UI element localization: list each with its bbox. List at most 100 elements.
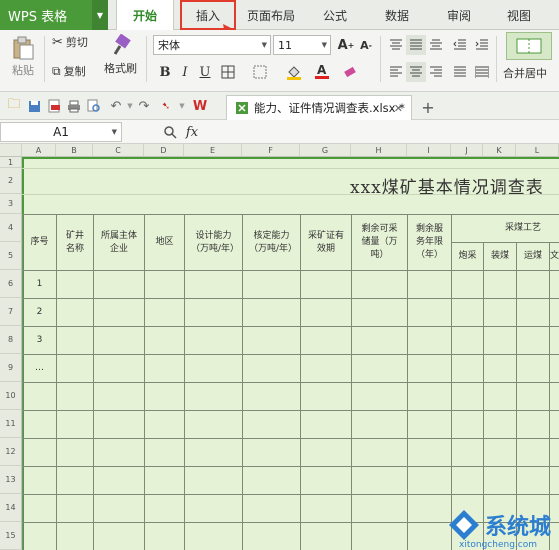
row-header[interactable]: 12 — [0, 438, 22, 466]
copy-button[interactable]: ⧉ 复制 — [52, 63, 86, 79]
column-header[interactable]: A — [22, 144, 56, 157]
increase-font-icon[interactable]: A + — [336, 35, 356, 55]
border-icon[interactable] — [218, 62, 238, 82]
bold-icon[interactable]: B — [155, 62, 175, 82]
column-header[interactable]: F — [242, 144, 300, 157]
row-header[interactable]: 4 — [0, 214, 22, 242]
chevron-down-icon[interactable]: ▼ — [172, 96, 192, 116]
row-header[interactable]: 5 — [0, 242, 22, 270]
seq-cell[interactable]: … — [23, 355, 56, 382]
row-header[interactable]: 15 — [0, 522, 22, 550]
column-header[interactable]: I — [407, 144, 451, 157]
save-icon[interactable] — [24, 96, 44, 116]
align-bottom-icon[interactable] — [426, 35, 446, 55]
paste-button[interactable]: 粘贴 — [10, 36, 36, 78]
column-header[interactable]: D — [144, 144, 184, 157]
column-header[interactable]: K — [483, 144, 516, 157]
folder-icon[interactable]: 🗀 — [4, 96, 24, 116]
row-header[interactable]: 7 — [0, 298, 22, 326]
row-header[interactable]: 13 — [0, 466, 22, 494]
merge-center-icon[interactable] — [506, 32, 552, 60]
tab-data[interactable]: 数据 — [374, 0, 420, 30]
tab-view[interactable]: 视图 — [496, 0, 542, 30]
header-region[interactable]: 地区 — [145, 215, 184, 270]
tab-review[interactable]: 审阅 — [436, 0, 482, 30]
header-continuous[interactable]: 运煤 — [517, 243, 549, 270]
column-header[interactable]: J — [451, 144, 483, 157]
column-header[interactable]: L — [516, 144, 559, 157]
row-header[interactable]: 9 — [0, 354, 22, 382]
tab-formula[interactable]: 公式 — [312, 0, 358, 30]
seq-cell[interactable]: 3 — [23, 327, 56, 354]
header-seq[interactable]: 序号 — [23, 215, 56, 270]
print-preview-icon[interactable] — [84, 96, 104, 116]
header-mining-group[interactable]: 采煤工艺 — [505, 215, 559, 242]
indent-decrease-icon[interactable] — [450, 35, 470, 55]
row-header[interactable]: 11 — [0, 410, 22, 438]
font-color-icon[interactable]: A — [312, 62, 332, 82]
tab-home[interactable]: 开始 — [116, 0, 174, 31]
merge-center-button[interactable]: 合并居中 — [503, 65, 547, 81]
align-middle-icon[interactable] — [406, 35, 426, 55]
row-header[interactable]: 6 — [0, 270, 22, 298]
row-header[interactable]: 1 — [0, 157, 22, 168]
header-pneumatic[interactable]: 装煤 — [484, 243, 516, 270]
column-header[interactable]: B — [56, 144, 93, 157]
header-mining-license[interactable]: 采矿证有效期 — [301, 215, 351, 270]
font-name-select[interactable]: 宋体 ▼ — [153, 35, 271, 55]
header-blast[interactable]: 炮采 — [452, 243, 483, 270]
new-tab-icon[interactable]: + — [418, 97, 438, 117]
clear-format-icon[interactable] — [340, 62, 360, 82]
row-header[interactable]: 14 — [0, 494, 22, 522]
format-painter-button[interactable]: 格式刷 — [104, 34, 137, 76]
italic-icon[interactable]: I — [175, 62, 195, 82]
chevron-down-icon: ▼ — [261, 41, 267, 49]
table-border — [22, 270, 559, 271]
fill-color-icon[interactable] — [284, 62, 304, 82]
row-header[interactable]: 2 — [0, 168, 22, 194]
zoom-icon[interactable] — [160, 122, 180, 142]
row-header[interactable]: 10 — [0, 382, 22, 410]
document-tab[interactable]: 能力、证件情况调查表.xlsx * ✕ — [226, 95, 412, 120]
cut-button[interactable]: ✂ 剪切 — [52, 34, 88, 50]
align-right-icon[interactable] — [426, 62, 446, 82]
align-left-icon[interactable] — [386, 62, 406, 82]
app-menu-button[interactable]: WPS 表格 ▼ — [0, 0, 108, 30]
header-design-capacity[interactable]: 设计能力（万吨/年） — [185, 215, 242, 270]
align-top-icon[interactable] — [386, 35, 406, 55]
row-header[interactable]: 3 — [0, 194, 22, 214]
column-header[interactable]: C — [93, 144, 144, 157]
align-center-icon[interactable] — [406, 62, 426, 82]
decrease-font-icon[interactable]: A- — [356, 35, 376, 55]
seq-cell[interactable]: 2 — [23, 299, 56, 326]
underline-icon[interactable]: U — [195, 62, 215, 82]
column-header[interactable]: G — [300, 144, 351, 157]
wps-logo-icon[interactable]: W — [190, 96, 210, 116]
header-owner[interactable]: 所属主体企业 — [94, 215, 144, 270]
print-icon[interactable] — [64, 96, 84, 116]
function-icon[interactable]: fx — [182, 122, 202, 142]
chevron-down-icon[interactable]: ▼ — [92, 0, 108, 30]
header-extra[interactable]: 文 — [550, 243, 559, 270]
header-reserves[interactable]: 剩余可采储量（万吨） — [352, 215, 407, 270]
select-all-corner[interactable] — [0, 144, 22, 157]
font-size-select[interactable]: 11 ▼ — [273, 35, 331, 55]
seq-cell[interactable]: 1 — [23, 271, 56, 298]
header-service-years[interactable]: 剩余服务年限（年） — [408, 215, 451, 270]
export-pdf-icon[interactable] — [44, 96, 64, 116]
merge-cells-icon[interactable] — [250, 62, 270, 82]
header-approved-capacity[interactable]: 核定能力（万吨/年） — [243, 215, 300, 270]
name-box[interactable]: A1 ▼ — [0, 122, 122, 142]
redo-icon[interactable]: ↷ — [134, 96, 154, 116]
indent-increase-icon[interactable] — [472, 35, 492, 55]
justify-icon[interactable] — [450, 62, 470, 82]
spreadsheet-grid[interactable]: A B C D E F G H I J K L 1 2 3 4 5 6 7 8 … — [0, 144, 559, 550]
column-header[interactable]: H — [351, 144, 407, 157]
close-icon[interactable]: ✕ — [394, 102, 403, 115]
header-mine-name[interactable]: 矿井名称 — [57, 215, 93, 270]
column-header[interactable]: E — [184, 144, 242, 157]
distribute-icon[interactable] — [472, 62, 492, 82]
row-header[interactable]: 8 — [0, 326, 22, 354]
format-painter-label: 格式刷 — [104, 62, 137, 75]
cut-label: 剪切 — [65, 36, 88, 49]
